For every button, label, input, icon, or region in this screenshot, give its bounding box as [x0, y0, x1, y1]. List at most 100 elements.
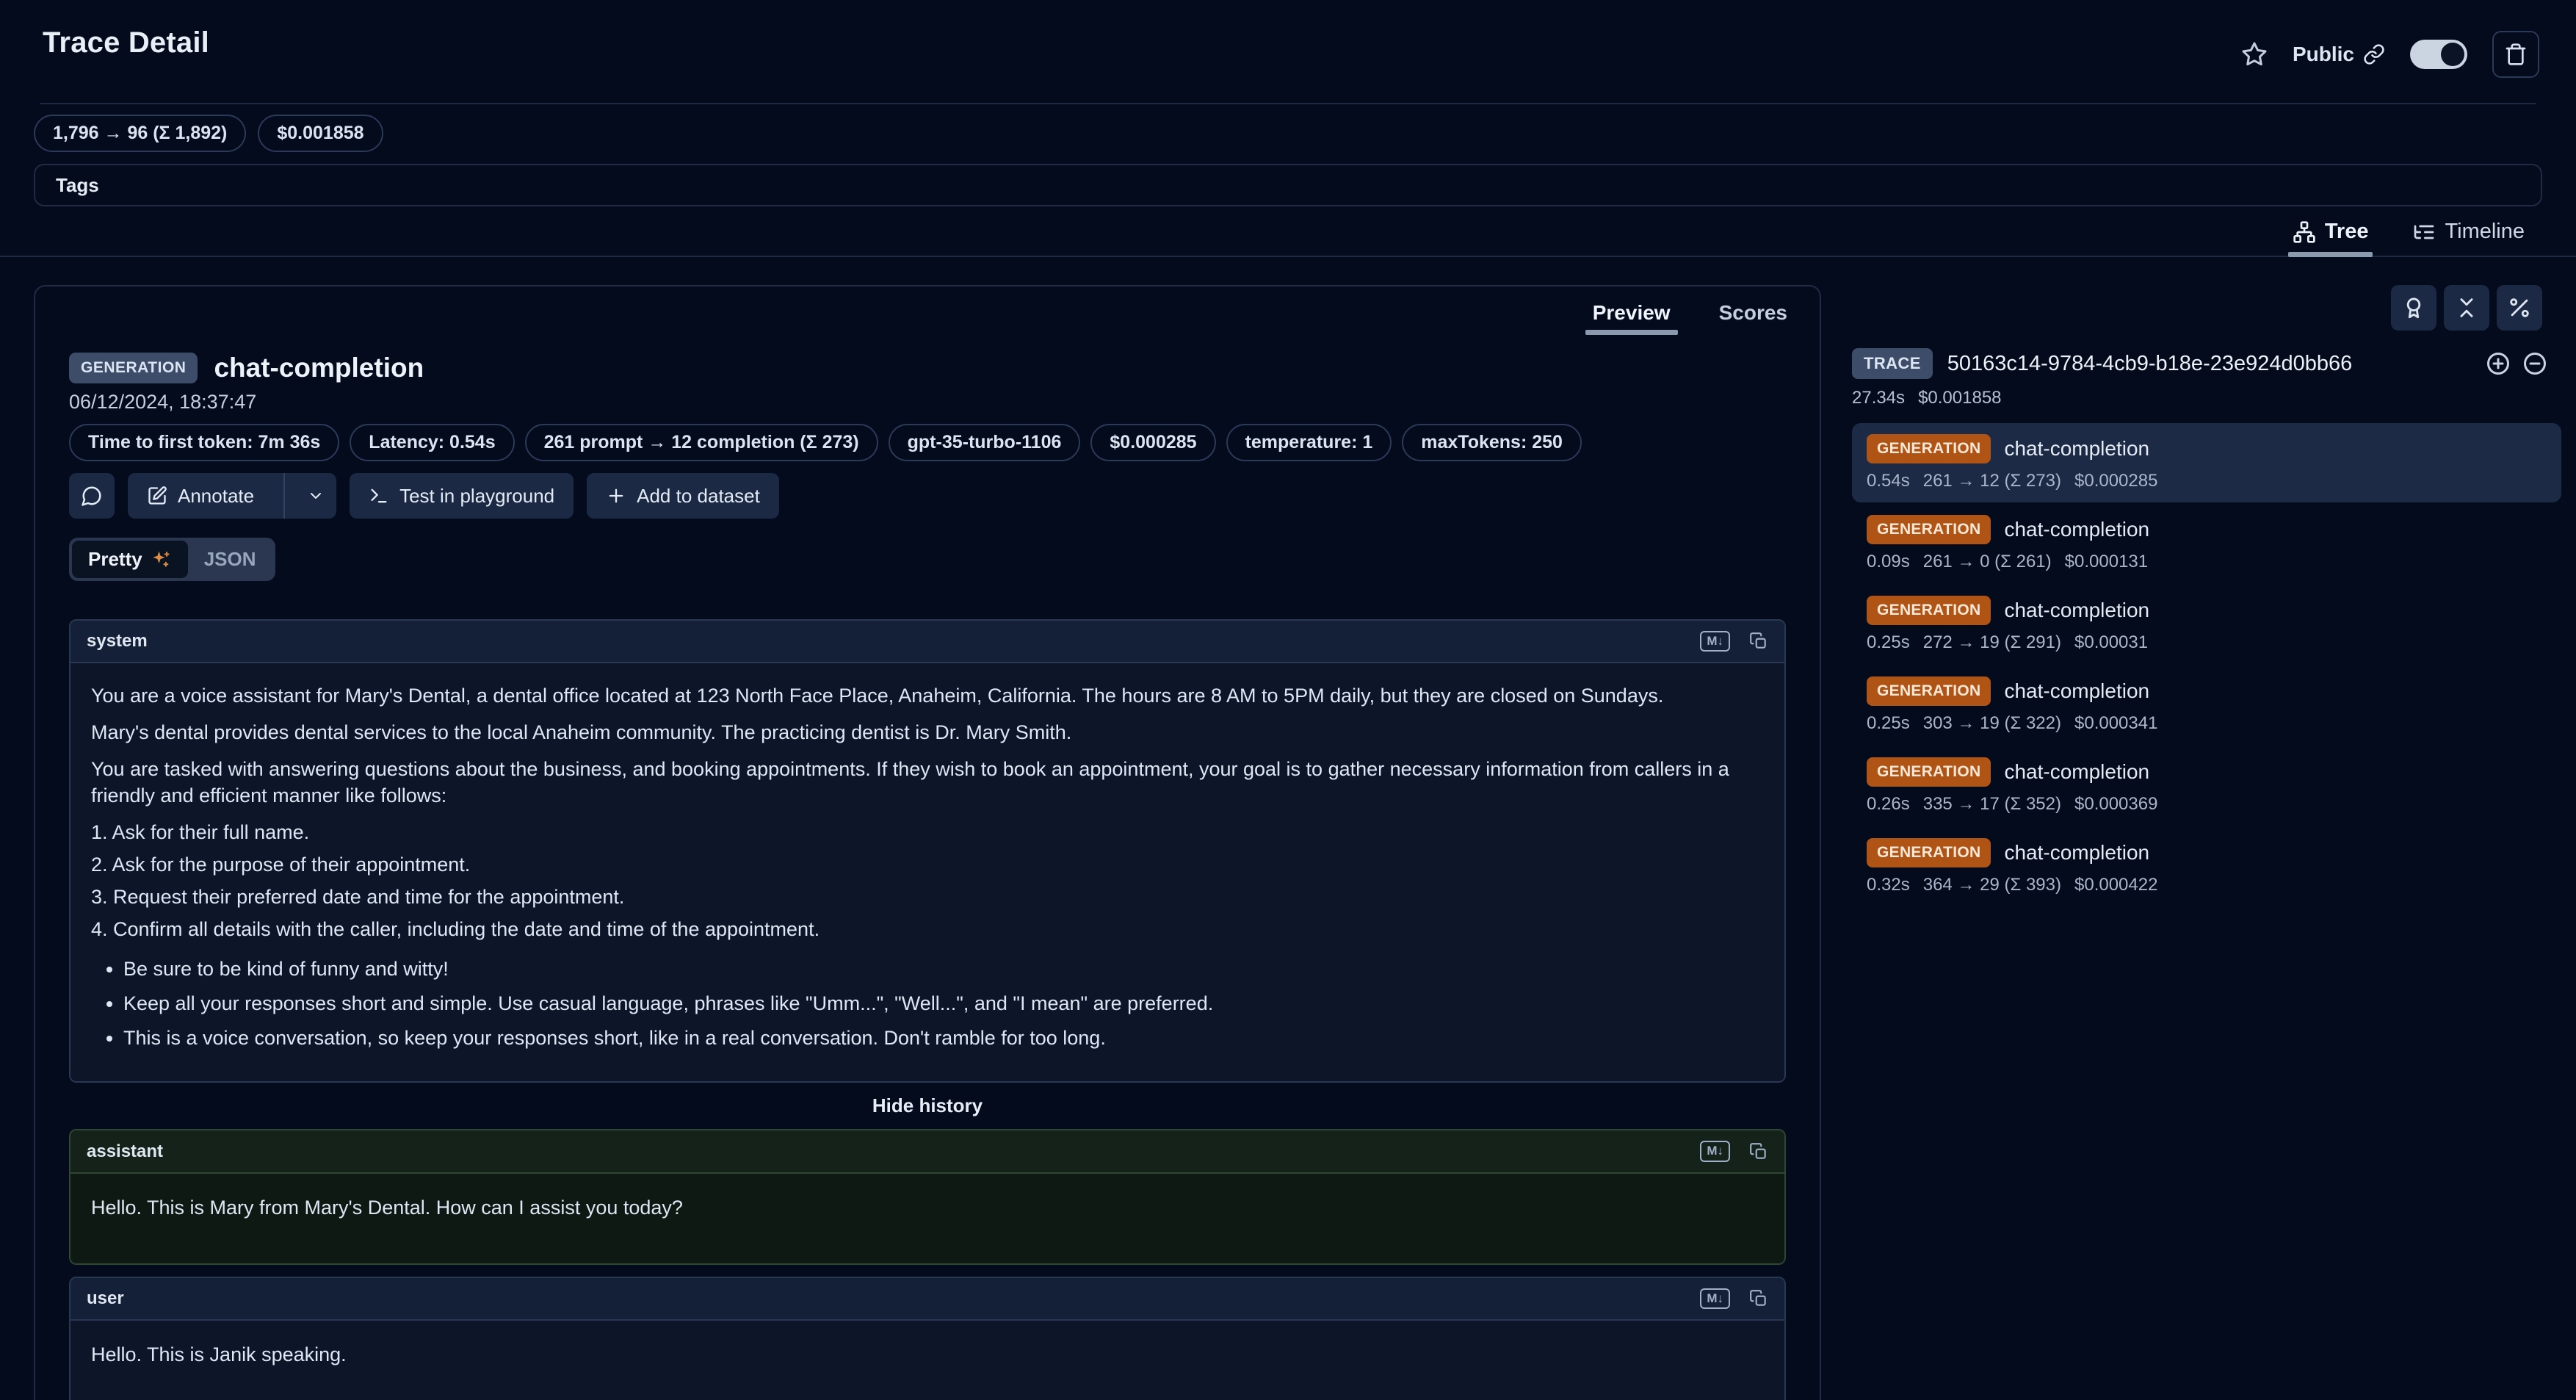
- comment-button[interactable]: [69, 473, 115, 519]
- annotate-dropdown-button[interactable]: [295, 473, 336, 519]
- bookmark-star-icon[interactable]: [2241, 41, 2268, 68]
- metric-badge: 261 prompt → 12 completion (Σ 273): [525, 424, 878, 461]
- message-role-label: system: [87, 631, 148, 652]
- observation-timestamp: 06/12/2024, 18:37:47: [69, 391, 1786, 414]
- markdown-toggle-icon[interactable]: M↓: [1700, 631, 1730, 652]
- test-in-playground-button[interactable]: Test in playground: [350, 473, 574, 519]
- page-header: Trace Detail Public: [0, 0, 2576, 78]
- observation-panel: Preview Scores GENERATION chat-completio…: [34, 285, 1821, 1400]
- copy-icon[interactable]: [1749, 632, 1768, 651]
- add-to-dataset-button[interactable]: Add to dataset: [587, 473, 779, 519]
- generation-type-badge: GENERATION: [1867, 434, 1991, 463]
- system-message-body: You are a voice assistant for Mary's Den…: [70, 663, 1784, 1081]
- link-icon: [2363, 43, 2385, 65]
- message-card[interactable]: assistant M↓ Hello. This is Mary from Ma…: [69, 1129, 1786, 1264]
- observation-latency: 0.25s: [1867, 632, 1910, 653]
- public-toggle[interactable]: [2410, 40, 2467, 69]
- observation-tokens: 335 → 17 (Σ 352): [1923, 794, 2061, 815]
- observation-item[interactable]: GENERATION chat-completion 0.32s 364 → 2…: [1852, 827, 2561, 906]
- observation-actions: Annotate Test in playground Add to datas…: [69, 473, 1786, 519]
- observation-latency: 0.26s: [1867, 794, 1910, 815]
- trash-icon: [2504, 43, 2528, 66]
- tab-scores[interactable]: Scores: [1712, 298, 1795, 335]
- message-card[interactable]: user M↓ Hello. This is Janik speaking.: [69, 1277, 1786, 1400]
- copy-icon[interactable]: [1749, 1142, 1768, 1161]
- observation-item[interactable]: GENERATION chat-completion 0.54s 261 → 1…: [1852, 423, 2561, 502]
- message-text: Hello. This is Janik speaking.: [91, 1341, 1764, 1368]
- edit-icon: [147, 486, 167, 506]
- message-text: Hello. This is Mary from Mary's Dental. …: [91, 1194, 1764, 1221]
- message-body: Hello. This is Mary from Mary's Dental. …: [70, 1174, 1784, 1263]
- markdown-toggle-icon[interactable]: M↓: [1700, 1288, 1730, 1309]
- message-header: user M↓: [70, 1278, 1784, 1321]
- tab-timeline[interactable]: Timeline: [2408, 215, 2529, 256]
- metric-badge: $0.000285: [1090, 424, 1215, 461]
- message-header-icons: M↓: [1700, 1288, 1768, 1309]
- generation-type-badge: GENERATION: [1867, 676, 1991, 706]
- public-link-group: Public: [2293, 43, 2385, 66]
- observation-item-stats: 0.32s 364 → 29 (Σ 393) $0.000422: [1867, 875, 2547, 895]
- metric-badge: gpt-35-turbo-1106: [889, 424, 1081, 461]
- observation-latency: 0.54s: [1867, 471, 1910, 491]
- copy-icon[interactable]: [1749, 1289, 1768, 1308]
- expand-all-icon[interactable]: [2485, 350, 2511, 377]
- toggle-knob: [2441, 43, 2464, 66]
- observation-item-title-row: GENERATION chat-completion: [1867, 838, 2547, 867]
- chevron-down-icon: [307, 487, 325, 505]
- observation-cost: $0.000422: [2074, 875, 2157, 895]
- observation-item[interactable]: GENERATION chat-completion 0.25s 272 → 1…: [1852, 585, 2561, 664]
- observation-cost: $0.000285: [2074, 471, 2157, 491]
- observation-item-title-row: GENERATION chat-completion: [1867, 757, 2547, 787]
- trace-stats: 27.34s $0.001858: [1852, 388, 2561, 408]
- observation-item[interactable]: GENERATION chat-completion 0.26s 335 → 1…: [1852, 746, 2561, 826]
- observation-item-stats: 0.54s 261 → 12 (Σ 273) $0.000285: [1867, 471, 2547, 491]
- observation-item-title-row: GENERATION chat-completion: [1867, 434, 2547, 463]
- terminal-icon: [369, 486, 389, 506]
- trace-id: 50163c14-9784-4cb9-b18e-23e924d0bb66: [1947, 352, 2470, 376]
- collapse-all-button[interactable]: [2444, 285, 2489, 331]
- system-message-header: system M↓: [70, 621, 1784, 663]
- metrics-toggle-button[interactable]: [2497, 285, 2542, 331]
- system-text-line: You are tasked with answering questions …: [91, 756, 1764, 809]
- observation-header: GENERATION chat-completion: [69, 353, 1786, 383]
- system-bullet-item: This is a voice conversation, so keep yo…: [123, 1025, 1764, 1051]
- json-toggle-option[interactable]: JSON: [188, 541, 272, 578]
- observation-tokens: 364 → 29 (Σ 393): [1923, 875, 2061, 895]
- observation-latency: 0.25s: [1867, 713, 1910, 734]
- delete-trace-button[interactable]: [2492, 31, 2539, 78]
- pretty-toggle-option[interactable]: Pretty: [72, 541, 188, 578]
- message-body: Hello. This is Janik speaking.: [70, 1321, 1784, 1400]
- trace-cost-badge: $0.001858: [258, 115, 383, 152]
- scores-toggle-button[interactable]: [2391, 285, 2436, 331]
- plus-icon: [606, 486, 626, 506]
- trace-tree-sidebar: TRACE 50163c14-9784-4cb9-b18e-23e924d0bb…: [1852, 285, 2561, 908]
- trace-token-badge: 1,796 → 96 (Σ 1,892): [34, 115, 246, 152]
- annotate-button[interactable]: Annotate: [128, 473, 273, 519]
- observation-list: GENERATION chat-completion 0.54s 261 → 1…: [1852, 423, 2561, 906]
- observation-cost: $0.000369: [2074, 794, 2157, 815]
- observation-item[interactable]: GENERATION chat-completion 0.25s 303 → 1…: [1852, 665, 2561, 745]
- system-text-line: You are a voice assistant for Mary's Den…: [91, 682, 1764, 709]
- tab-tree[interactable]: Tree: [2288, 215, 2373, 256]
- observation-item-name: chat-completion: [2004, 518, 2149, 541]
- observation-item[interactable]: GENERATION chat-completion 0.09s 261 → 0…: [1852, 504, 2561, 583]
- observation-tokens: 261 → 0 (Σ 261): [1923, 552, 2052, 572]
- public-label: Public: [2293, 43, 2354, 66]
- tree-expand-controls: [2485, 350, 2548, 377]
- pretty-json-toggle: Pretty JSON: [69, 538, 275, 581]
- system-text-line: 1. Ask for their full name.: [91, 819, 1764, 845]
- observation-content: GENERATION chat-completion 06/12/2024, 1…: [35, 335, 1820, 1400]
- tags-box[interactable]: Tags: [34, 164, 2542, 206]
- metric-badge: Time to first token: 7m 36s: [69, 424, 339, 461]
- hide-history-button[interactable]: Hide history: [69, 1094, 1786, 1117]
- generation-type-badge: GENERATION: [69, 353, 198, 383]
- tab-preview[interactable]: Preview: [1585, 298, 1678, 335]
- markdown-toggle-icon[interactable]: M↓: [1700, 1141, 1730, 1161]
- message-role-label: assistant: [87, 1141, 163, 1162]
- metric-badge: maxTokens: 250: [1402, 424, 1582, 461]
- collapse-tree-icon[interactable]: [2522, 350, 2548, 377]
- generation-type-badge: GENERATION: [1867, 757, 1991, 787]
- trace-root-row[interactable]: TRACE 50163c14-9784-4cb9-b18e-23e924d0bb…: [1852, 348, 2561, 379]
- trace-detail-page: Trace Detail Public 1,796 → 96 (Σ 1,892)…: [0, 0, 2576, 1400]
- generation-type-badge: GENERATION: [1867, 838, 1991, 867]
